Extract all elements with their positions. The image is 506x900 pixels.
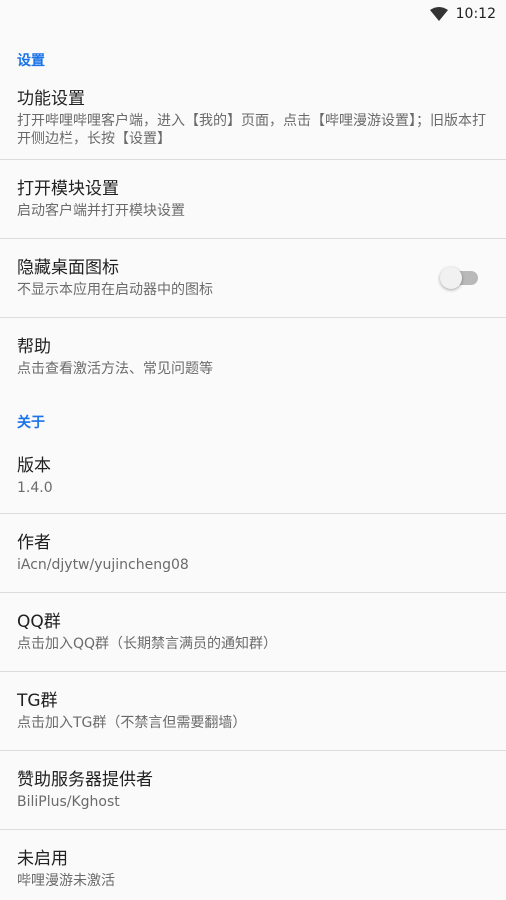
status-bar: 10:12 bbox=[0, 0, 506, 28]
pref-summary: 1.4.0 bbox=[17, 479, 53, 496]
pref-summary: 点击加入QQ群（长期禁言满员的通知群） bbox=[17, 636, 278, 652]
pref-version[interactable]: 版本 1.4.0 bbox=[0, 438, 506, 513]
pref-title: 作者 bbox=[17, 533, 51, 553]
pref-sponsor[interactable]: 赞助服务器提供者 BiliPlus/Kghost bbox=[0, 751, 506, 829]
pref-help[interactable]: 帮助 点击查看激活方法、常见问题等 bbox=[0, 318, 506, 396]
pref-title: 版本 bbox=[17, 455, 51, 476]
hide-icon-toggle[interactable] bbox=[440, 267, 478, 289]
pref-title: 打开模块设置 bbox=[17, 179, 119, 199]
pref-author[interactable]: 作者 iAcn/djytw/yujincheng08 bbox=[0, 514, 506, 592]
pref-title: TG群 bbox=[17, 691, 58, 711]
wifi-icon bbox=[429, 7, 448, 21]
pref-feature-settings[interactable]: 功能设置 打开哔哩哔哩客户端，进入【我的】页面，点击【哔哩漫游设置】；旧版本打开… bbox=[0, 76, 506, 159]
pref-summary: 启动客户端并打开模块设置 bbox=[17, 203, 185, 219]
pref-summary: 打开哔哩哔哩客户端，进入【我的】页面，点击【哔哩漫游设置】；旧版本打开侧边栏，长… bbox=[17, 112, 486, 147]
pref-activation-status[interactable]: 未启用 哔哩漫游未激活 bbox=[0, 830, 506, 900]
pref-open-module-settings[interactable]: 打开模块设置 启动客户端并打开模块设置 bbox=[0, 160, 506, 238]
pref-qq-group[interactable]: QQ群 点击加入QQ群（长期禁言满员的通知群） bbox=[0, 593, 506, 671]
pref-summary: BiliPlus/Kghost bbox=[17, 794, 120, 810]
pref-summary: 点击查看激活方法、常见问题等 bbox=[17, 361, 213, 377]
section-header-settings: 设置 bbox=[17, 53, 45, 69]
pref-title: 隐藏桌面图标 bbox=[17, 258, 119, 278]
section-header-about: 关于 bbox=[17, 415, 45, 431]
status-time: 10:12 bbox=[455, 6, 496, 22]
pref-title: 帮助 bbox=[17, 337, 51, 357]
pref-summary: iAcn/djytw/yujincheng08 bbox=[17, 557, 189, 573]
pref-title: 赞助服务器提供者 bbox=[17, 770, 153, 790]
pref-title: 功能设置 bbox=[17, 88, 85, 109]
pref-hide-launcher-icon[interactable]: 隐藏桌面图标 不显示本应用在启动器中的图标 bbox=[0, 239, 506, 317]
pref-title: QQ群 bbox=[17, 612, 61, 632]
pref-summary: 点击加入TG群（不禁言但需要翻墙） bbox=[17, 715, 247, 731]
pref-summary: 哔哩漫游未激活 bbox=[17, 873, 115, 889]
pref-title: 未启用 bbox=[17, 849, 68, 869]
pref-summary: 不显示本应用在启动器中的图标 bbox=[17, 282, 213, 298]
toggle-thumb bbox=[440, 267, 462, 289]
pref-tg-group[interactable]: TG群 点击加入TG群（不禁言但需要翻墙） bbox=[0, 672, 506, 750]
